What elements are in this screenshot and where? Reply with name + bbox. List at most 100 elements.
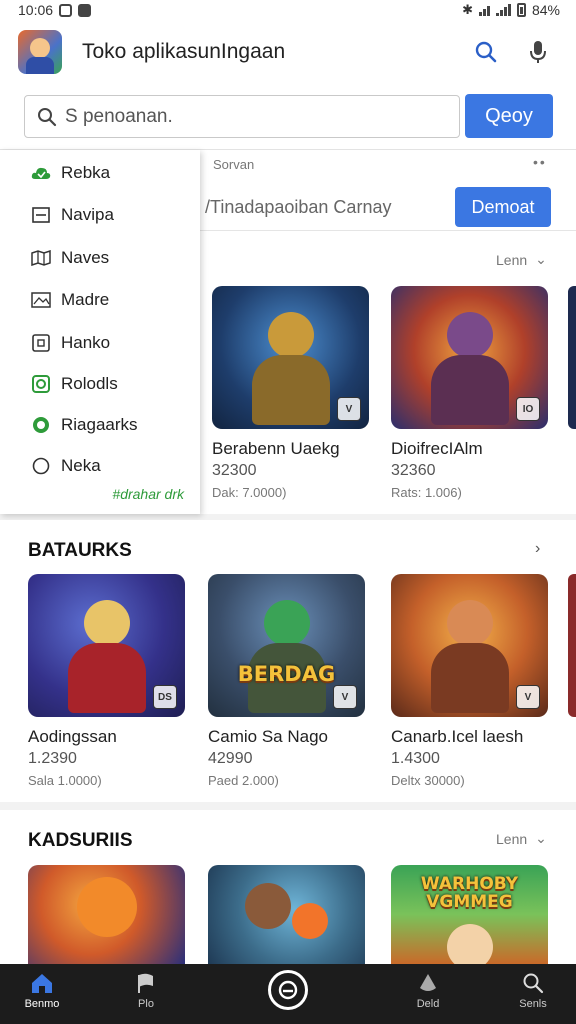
section-title: KADSURIIS [28,830,133,851]
category-drawer: Rebka Navipa Naves Madre Hanko Rolodls R… [0,150,200,514]
card-count: 32360 [391,462,436,479]
square-icon [30,332,51,353]
nav-plo[interactable]: Plo [106,972,186,1010]
card-sub: Paed 2.000) [208,773,279,788]
card-title: Camio Sa Nago [208,727,329,746]
search-icon[interactable] [466,32,506,72]
search-button[interactable]: Qeoy [465,94,553,138]
bottom-navigation: Benmo Plo Deld Senls [0,964,576,1024]
search-box[interactable] [24,95,460,138]
card-count: 42990 [208,750,253,767]
drawer-item[interactable]: Navipa [30,204,114,225]
game-logo-text: BERDAG [237,662,336,686]
drawer-item-label: Hanko [61,332,111,352]
banner-text: /Tinadapaoiban Carnay [205,197,392,217]
drawer-footer[interactable]: #drahar drk [112,486,184,502]
nav-search[interactable]: Senls [493,972,573,1010]
game-logo-text: WARHOBY VGMMEG [420,874,519,912]
app-thumbnail-partial [568,286,576,429]
chevron-right-icon[interactable]: › [535,540,540,558]
search-input[interactable] [65,105,425,128]
drawer-item[interactable]: Rolodls [30,373,118,394]
center-circle-icon[interactable] [268,970,308,1010]
home-icon [32,974,52,993]
badge-icon: IO [516,397,540,421]
image-icon [30,289,51,310]
app-card[interactable]: IO DioifrecIAlm 32360 Rats: 1.006) [391,286,548,500]
app-thumbnail: V [212,286,369,429]
app-card[interactable] [28,865,185,964]
drawer-item-label: Neka [61,455,101,475]
section-title: BATAURKS [28,540,132,561]
app-card[interactable]: V Berabenn Uaekg 32300 Dak: 7.0000) [212,286,369,500]
drawer-item[interactable]: Rebka [30,162,110,183]
nav-home[interactable]: Benmo [2,972,82,1010]
divider [200,230,576,231]
app-thumbnail-partial [568,574,576,717]
more-link[interactable]: Lenn ⌄ [496,251,547,268]
section-bataurks: BATAURKS › DS Aodingssan 1.2390 Sala 1.0… [0,520,576,802]
drawer-item-label: Madre [61,289,110,309]
green-circle-icon [30,414,51,435]
app-card[interactable]: V Canarb.Icel laesh 1.4300 Deltx 30000) [391,574,548,788]
signal-icon [495,4,511,16]
app-thumbnail [208,865,365,964]
more-link-label: Lenn [496,830,528,847]
battery-icon [516,3,526,17]
notification-icon-2 [78,3,92,17]
drawer-item[interactable]: Naves [30,247,109,268]
badge-icon: V [333,685,357,709]
card-title: Aodingssan [28,727,117,746]
drawer-item-label: Riagaarks [61,414,138,434]
search-icon [38,107,57,126]
app-title: Toko aplikasunIngaan [82,40,286,63]
search-icon [523,973,544,994]
card-sub: Rats: 1.006) [391,485,462,500]
nav-deld[interactable]: Deld [388,972,468,1010]
microphone-icon[interactable] [518,32,558,72]
badge-icon: V [337,397,361,421]
card-sub: Deltx 30000) [391,773,465,788]
app-thumbnail [28,865,185,964]
circle-icon [30,455,51,476]
more-link[interactable]: Lenn ⌄ [496,830,547,847]
drawer-item[interactable]: Madre [30,289,109,310]
status-bar: 10:06 ✱ 84% [0,0,576,20]
drawer-item[interactable]: Hanko [30,332,110,353]
drawer-item-label: Rebka [61,162,111,182]
card-title: Berabenn Uaekg [212,439,340,458]
drawer-item-label: Navipa [61,204,114,224]
window-icon [30,204,51,225]
drawer-item-label: Naves [61,247,110,267]
app-card[interactable] [208,865,365,964]
app-header: Toko aplikasunIngaan [0,20,576,84]
app-thumbnail: BERDAG V [208,574,365,717]
flag-icon [138,973,153,993]
bluetooth-icon: ✱ [462,2,473,17]
app-logo [18,30,62,74]
drawer-item[interactable]: Riagaarks [30,414,138,435]
card-title: Canarb.Icel laesh [391,727,524,746]
drawer-item[interactable]: Neka [30,455,101,476]
green-square-icon [30,373,51,394]
more-link-label: Lenn [496,251,528,268]
chevron-down-icon: ⌄ [535,830,547,846]
notification-icon [59,3,73,17]
badge-icon: DS [153,685,177,709]
nav-label: Benmo [24,998,60,1010]
more-options-icon[interactable]: •• [533,154,547,170]
card-count: 1.4300 [391,750,440,767]
app-card[interactable]: WARHOBY VGMMEG [391,865,548,964]
card-sub: Dak: 7.0000) [212,485,287,500]
app-card[interactable]: BERDAG V Camio Sa Nago 42990 Paed 2.000) [208,574,365,788]
cloud-icon [30,162,51,183]
app-card[interactable]: DS Aodingssan 1.2390 Sala 1.0000) [28,574,185,788]
nav-label: Senls [519,998,547,1010]
banner-button[interactable]: Demoat [455,187,551,227]
card-count: 1.2390 [28,750,77,767]
map-icon [30,247,51,268]
suggest-label: Sorvan [213,157,255,172]
section-kadsuriis: KADSURIIS Lenn ⌄ WARHOBY VGMMEG [0,810,576,964]
wifi-icon [478,4,490,16]
card-sub: Sala 1.0000) [28,773,102,788]
